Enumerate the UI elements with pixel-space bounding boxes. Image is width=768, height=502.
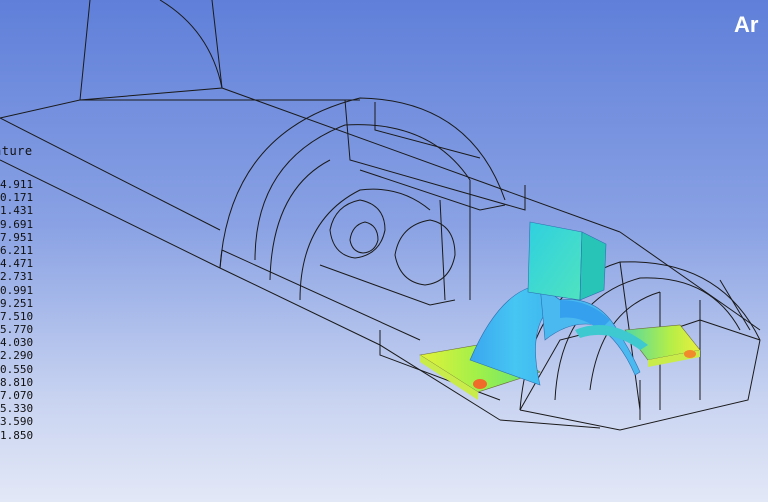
legend-value: 3.590 (0, 415, 34, 429)
legend-value: 4.030 (0, 336, 34, 350)
legend-value: 1.431 (0, 204, 34, 218)
legend-value: 9.251 (0, 296, 34, 310)
legend-value: 4.471 (0, 257, 34, 271)
graphics-viewport[interactable] (0, 0, 768, 502)
legend-value: 2.731 (0, 270, 34, 284)
contour-solid-body[interactable] (419, 221, 701, 400)
legend-value: 8.810 (0, 375, 34, 389)
legend-value: 2.290 (0, 349, 34, 363)
legend-value: 0.171 (0, 191, 34, 205)
legend-value: 0.991 (0, 283, 34, 297)
wireframe-geometry (0, 0, 761, 431)
brand-logo: Ar (734, 12, 759, 37)
legend-title: ature (0, 144, 33, 158)
legend-value: 0.550 (0, 362, 34, 376)
legend-values: 4.911 0.171 1.431 9.691 7.951 6.211 4.47… (0, 178, 33, 442)
legend-value: 6.211 (0, 243, 34, 257)
legend-value: 5.770 (0, 323, 34, 337)
legend-value: 7.951 (0, 230, 34, 244)
legend-value: 9.691 (0, 217, 34, 231)
legend-value: 5.330 (0, 402, 34, 416)
legend-value: 7.510 (0, 309, 34, 323)
legend-value: 1.850 (0, 428, 34, 442)
legend-value: 4.911 (0, 178, 34, 191)
legend-value: 7.070 (0, 389, 34, 402)
